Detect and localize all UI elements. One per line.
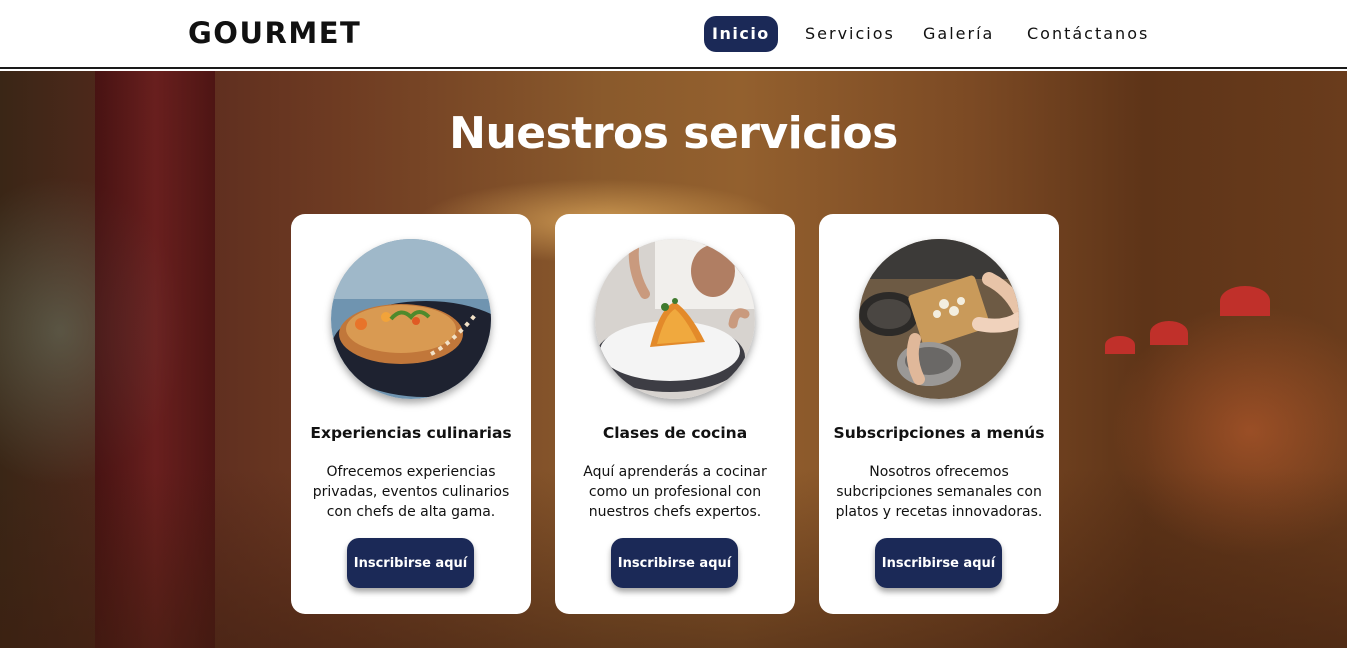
main-nav: Inicio Servicios Galería Contáctanos (0, 16, 1347, 52)
signup-button[interactable]: Inscribirse aquí (611, 538, 738, 588)
nav-item-contactanos[interactable]: Contáctanos (1027, 16, 1149, 52)
section-title: Nuestros servicios (449, 108, 898, 159)
service-title: Experiencias culinarias (310, 424, 512, 442)
service-image (859, 239, 1019, 399)
site-header: GOURMET Inicio Servicios Galería Contáct… (0, 0, 1347, 69)
hero-lamp-decoration (1150, 321, 1188, 345)
nav-item-servicios[interactable]: Servicios (805, 16, 895, 52)
nav-item-inicio[interactable]: Inicio (704, 16, 778, 52)
service-card-clases: Clases de cocina Aquí aprenderás a cocin… (555, 214, 795, 614)
hero-lamp-decoration (1220, 286, 1270, 316)
service-image (595, 239, 755, 399)
hero-lamp-decoration (1105, 336, 1135, 354)
service-card-experiencias: Experiencias culinarias Ofrecemos experi… (291, 214, 531, 614)
signup-button[interactable]: Inscribirse aquí (347, 538, 474, 588)
service-description: Nosotros ofrecemos subcripciones semanal… (835, 464, 1043, 520)
service-description: Ofrecemos experiencias privadas, eventos… (312, 464, 510, 520)
signup-button[interactable]: Inscribirse aquí (875, 538, 1002, 588)
service-card-subscripciones: Subscripciones a menús Nosotros ofrecemo… (819, 214, 1059, 614)
service-description: Aquí aprenderás a cocinar como un profes… (583, 464, 767, 520)
service-title: Subscripciones a menús (833, 424, 1045, 442)
service-title: Clases de cocina (602, 424, 748, 442)
service-image (331, 239, 491, 399)
nav-item-galeria[interactable]: Galería (923, 16, 994, 52)
